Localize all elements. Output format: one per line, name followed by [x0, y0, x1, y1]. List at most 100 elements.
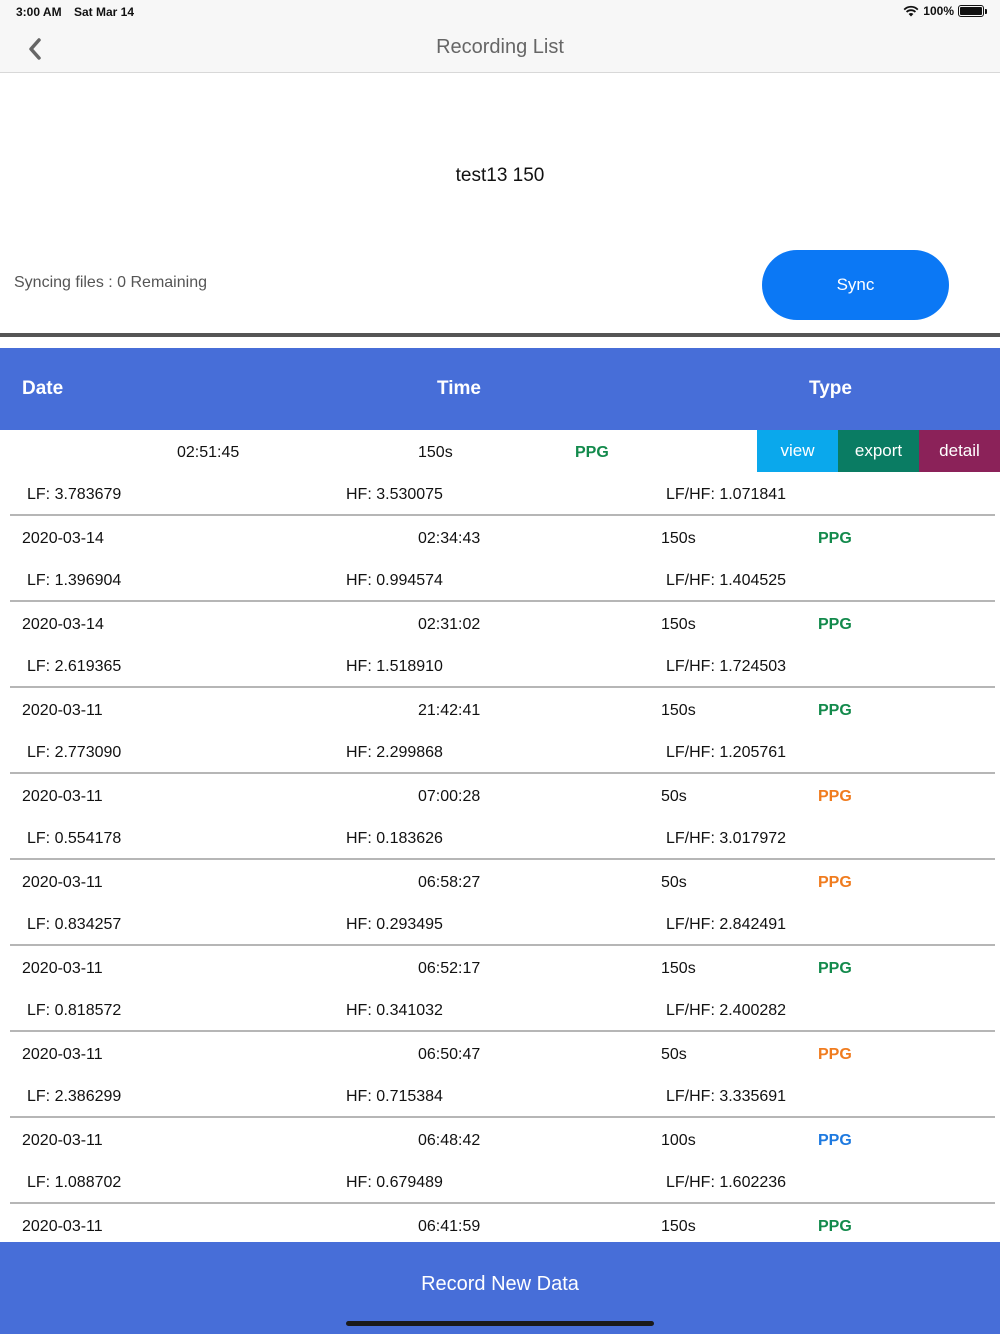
- row-duration: 50s: [661, 1046, 687, 1063]
- row-lf-hf-ratio: LF/HF: 3.335691: [666, 1088, 787, 1105]
- wifi-icon: [903, 5, 919, 17]
- row-time: 21:42:41: [418, 702, 481, 719]
- table-row[interactable]: 2020-03-11 07:00:28 50s PPG LF: 0.554178…: [0, 774, 1000, 860]
- detail-button[interactable]: detail: [919, 430, 1000, 472]
- row-date: 2020-03-11: [22, 1132, 103, 1149]
- record-new-data-label: Record New Data: [421, 1272, 579, 1295]
- row-duration: 150s: [661, 1218, 696, 1235]
- row-time: 06:41:59: [418, 1218, 481, 1235]
- table-row[interactable]: 2020-03-14 02:34:43 150s PPG LF: 1.39690…: [0, 516, 1000, 602]
- export-button[interactable]: export: [838, 430, 919, 472]
- row-duration: 50s: [661, 788, 687, 805]
- status-bar: 3:00 AM Sat Mar 14 100%: [0, 0, 1000, 24]
- table-row[interactable]: 02:51:45 150s PPG view export detail LF:…: [0, 430, 1000, 516]
- row-date: 2020-03-11: [22, 1046, 103, 1063]
- row-type: PPG: [818, 1218, 852, 1235]
- row-lf-hf-ratio: LF/HF: 1.602236: [666, 1174, 787, 1191]
- table-header: Date Time Type: [0, 348, 1000, 430]
- row-time: 02:31:02: [418, 616, 481, 633]
- row-type: PPG: [818, 530, 852, 547]
- row-hf: HF: 3.530075: [346, 486, 443, 503]
- column-header-time: Time: [437, 378, 482, 399]
- home-indicator: [346, 1321, 654, 1326]
- row-time: 07:00:28: [418, 788, 481, 805]
- sync-button[interactable]: Sync: [762, 250, 949, 320]
- row-actions: view export detail: [757, 430, 1000, 472]
- row-hf: HF: 0.341032: [346, 1002, 443, 1019]
- row-lf-hf-ratio: LF/HF: 2.842491: [666, 916, 787, 933]
- row-duration: 150s: [661, 702, 696, 719]
- device-name: test13 150: [455, 165, 545, 186]
- row-time: 06:48:42: [418, 1132, 481, 1149]
- table-row[interactable]: 2020-03-11 06:50:47 50s PPG LF: 2.386299…: [0, 1032, 1000, 1118]
- row-lf: LF: 2.386299: [27, 1088, 122, 1105]
- row-time: 02:51:45: [177, 444, 240, 461]
- row-hf: HF: 0.183626: [346, 830, 443, 847]
- row-lf: LF: 0.818572: [27, 1002, 122, 1019]
- row-lf: LF: 2.773090: [27, 744, 122, 761]
- table-row[interactable]: 2020-03-14 02:31:02 150s PPG LF: 2.61936…: [0, 602, 1000, 688]
- row-lf-hf-ratio: LF/HF: 1.404525: [666, 572, 787, 589]
- row-time: 06:52:17: [418, 960, 481, 977]
- battery-icon: [958, 5, 987, 17]
- row-duration: 150s: [418, 444, 453, 461]
- row-lf: LF: 0.834257: [27, 916, 122, 933]
- column-header-date: Date: [22, 378, 64, 399]
- row-type: PPG: [818, 1132, 852, 1149]
- row-lf: LF: 3.783679: [27, 486, 122, 503]
- row-type: PPG: [818, 702, 852, 719]
- row-duration: 150s: [661, 616, 696, 633]
- row-type: PPG: [818, 788, 852, 805]
- row-hf: HF: 0.679489: [346, 1174, 443, 1191]
- section-divider: [0, 333, 1000, 337]
- column-header-type: Type: [809, 378, 852, 399]
- row-lf-hf-ratio: LF/HF: 2.400282: [666, 1002, 787, 1019]
- row-time: 06:50:47: [418, 1046, 481, 1063]
- row-duration: 50s: [661, 874, 687, 891]
- battery-level: [960, 7, 982, 15]
- battery-percent: 100%: [923, 4, 954, 18]
- status-indicators: 100%: [903, 4, 987, 18]
- row-hf: HF: 0.293495: [346, 916, 443, 933]
- row-duration: 150s: [661, 530, 696, 547]
- row-date: 2020-03-11: [22, 1218, 103, 1235]
- table-row[interactable]: 2020-03-11 06:58:27 50s PPG LF: 0.834257…: [0, 860, 1000, 946]
- row-type: PPG: [575, 444, 609, 461]
- status-date: Sat Mar 14: [74, 5, 135, 19]
- table-row[interactable]: 2020-03-11 06:48:42 100s PPG LF: 1.08870…: [0, 1118, 1000, 1204]
- row-hf: HF: 2.299868: [346, 744, 443, 761]
- row-lf: LF: 0.554178: [27, 830, 122, 847]
- row-hf: HF: 0.715384: [346, 1088, 443, 1105]
- row-lf: LF: 1.396904: [27, 572, 122, 589]
- row-hf: HF: 1.518910: [346, 658, 443, 675]
- row-date: 2020-03-11: [22, 960, 103, 977]
- table-row[interactable]: 2020-03-11 06:52:17 150s PPG LF: 0.81857…: [0, 946, 1000, 1032]
- nav-bar: Recording List: [0, 24, 1000, 73]
- row-date: 2020-03-14: [22, 616, 104, 633]
- row-date: 2020-03-14: [22, 530, 104, 547]
- row-lf-hf-ratio: LF/HF: 3.017972: [666, 830, 787, 847]
- status-time: 3:00 AM: [16, 5, 62, 19]
- row-lf: LF: 1.088702: [27, 1174, 122, 1191]
- row-type: PPG: [818, 960, 852, 977]
- table-row[interactable]: 2020-03-11 21:42:41 150s PPG LF: 2.77309…: [0, 688, 1000, 774]
- row-duration: 100s: [661, 1132, 696, 1149]
- row-type: PPG: [818, 874, 852, 891]
- row-hf: HF: 0.994574: [346, 572, 443, 589]
- row-lf: LF: 2.619365: [27, 658, 122, 675]
- row-date: 2020-03-11: [22, 874, 103, 891]
- row-time: 02:34:43: [418, 530, 481, 547]
- row-time: 06:58:27: [418, 874, 481, 891]
- sync-status-text: Syncing files : 0 Remaining: [14, 274, 207, 291]
- page-title: Recording List: [436, 36, 564, 58]
- row-lf-hf-ratio: LF/HF: 1.071841: [666, 486, 787, 503]
- row-type: PPG: [818, 1046, 852, 1063]
- table-row[interactable]: 2020-03-11 06:41:59 150s PPG: [0, 1204, 1000, 1242]
- row-type: PPG: [818, 616, 852, 633]
- row-lf-hf-ratio: LF/HF: 1.724503: [666, 658, 787, 675]
- row-lf-hf-ratio: LF/HF: 1.205761: [666, 744, 787, 761]
- view-button[interactable]: view: [757, 430, 838, 472]
- row-date: 2020-03-11: [22, 788, 103, 805]
- row-date: 2020-03-11: [22, 702, 103, 719]
- recording-list[interactable]: 02:51:45 150s PPG view export detail LF:…: [0, 430, 1000, 1242]
